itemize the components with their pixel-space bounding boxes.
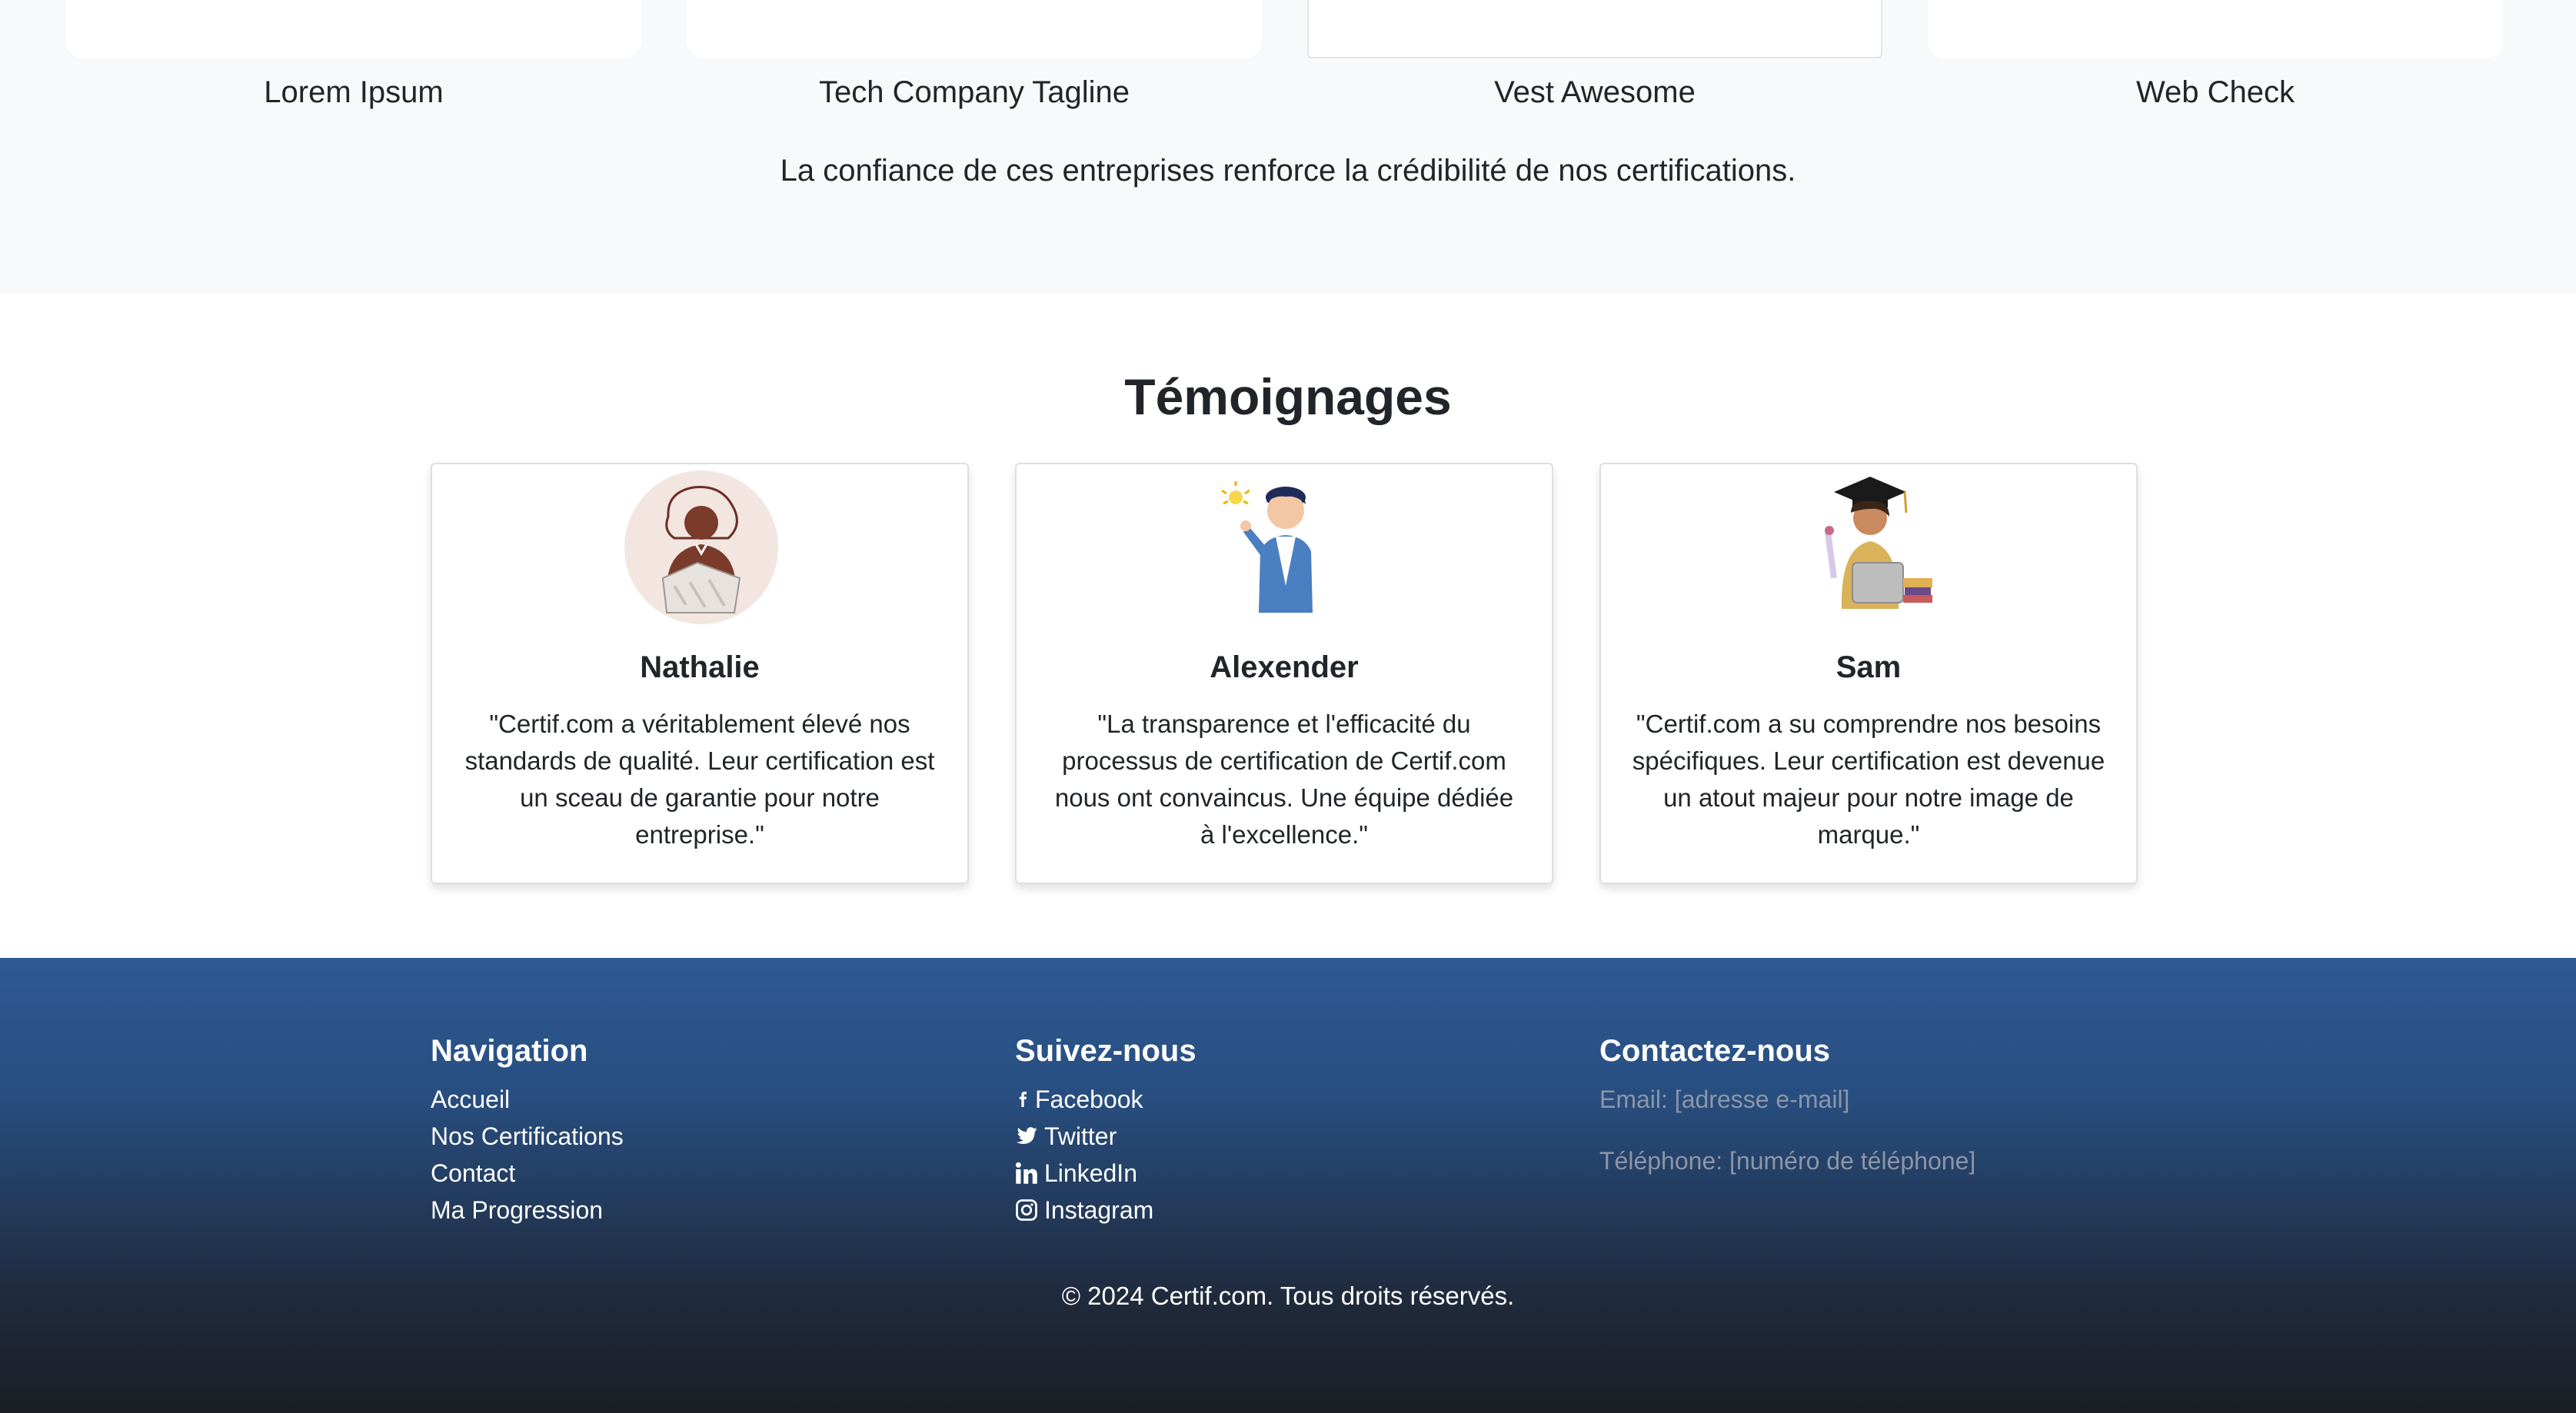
graduate-avatar-icon [1825, 477, 1932, 609]
footer-link-contact[interactable]: Contact [431, 1155, 954, 1192]
social-link-facebook[interactable]: Facebook [1015, 1081, 1538, 1118]
contact-phone: Téléphone: [numéro de téléphone] [1599, 1147, 1976, 1175]
woman-avatar-icon [624, 470, 778, 624]
social-label: Instagram [1044, 1196, 1154, 1224]
partner-name: Lorem Ipsum [264, 75, 444, 109]
testimonial-card: Nathalie "Certif.com a véritablement éle… [431, 463, 969, 884]
footer-link-certifications[interactable]: Nos Certifications [431, 1118, 954, 1155]
testimonial-quote: "Certif.com a véritablement élevé nos st… [464, 710, 935, 849]
footer-navigation: Navigation Accueil Nos Certifications Co… [431, 1032, 954, 1228]
social-link-linkedin[interactable]: LinkedIn [1015, 1155, 1538, 1192]
footer-navigation-title: Navigation [431, 1034, 588, 1068]
partners-section: Lorem Ipsum Tech Company Tagline Vest Aw… [0, 0, 2576, 294]
contact-email: Email: [adresse e-mail] [1599, 1086, 1850, 1113]
testimonial-name: Sam [1835, 650, 1902, 684]
testimonial-card: Alexender "La transparence et l'efficaci… [1015, 463, 1553, 884]
site-footer: Navigation Accueil Nos Certifications Co… [0, 958, 2576, 1413]
copyright-text: © 2024 Certif.com. Tous droits réservés. [1061, 1282, 1515, 1310]
linkedin-icon [1015, 1162, 1037, 1184]
testimonial-quote: "Certif.com a su comprendre nos besoins … [1632, 710, 2105, 849]
twitter-icon [1016, 1127, 1037, 1145]
social-label: Twitter [1044, 1122, 1117, 1150]
testimonial-card: Sam "Certif.com a su comprendre nos beso… [1599, 463, 2138, 884]
footer-contact-title: Contactez-nous [1599, 1034, 1830, 1068]
social-label: LinkedIn [1044, 1159, 1137, 1187]
social-link-instagram[interactable]: Instagram [1015, 1192, 1538, 1228]
footer-contact: Contactez-nous Email: [adresse e-mail] T… [1599, 1032, 2122, 1179]
testimonial-quote: "La transparence et l'efficacité du proc… [1054, 710, 1514, 849]
instagram-icon [1016, 1199, 1037, 1221]
man-idea-avatar-icon [1221, 481, 1313, 613]
facebook-icon [1019, 1092, 1027, 1107]
social-label: Facebook [1035, 1086, 1143, 1113]
partner-logo-card [66, 0, 641, 58]
footer-social: Suivez-nous Facebook Twitter LinkedIn In… [1015, 1032, 1538, 1228]
testimonial-name: Nathalie [640, 650, 760, 684]
partners-caption: La confiance de ces entreprises renforce… [780, 154, 1796, 188]
testimonial-name: Alexender [1210, 650, 1359, 684]
partner-name: Web Check [2135, 75, 2295, 109]
social-link-twitter[interactable]: Twitter [1015, 1118, 1538, 1155]
partner-name: Vest Awesome [1494, 75, 1696, 109]
footer-link-accueil[interactable]: Accueil [431, 1081, 954, 1118]
partner-logo-card [1307, 0, 1882, 58]
partner-logo-card [1928, 0, 2503, 58]
partner-logo-card [687, 0, 1262, 58]
testimonials-title: Témoignages [1124, 368, 1452, 425]
partner-name: Tech Company Tagline [819, 75, 1130, 109]
footer-link-progression[interactable]: Ma Progression [431, 1192, 954, 1228]
footer-social-title: Suivez-nous [1015, 1034, 1196, 1068]
